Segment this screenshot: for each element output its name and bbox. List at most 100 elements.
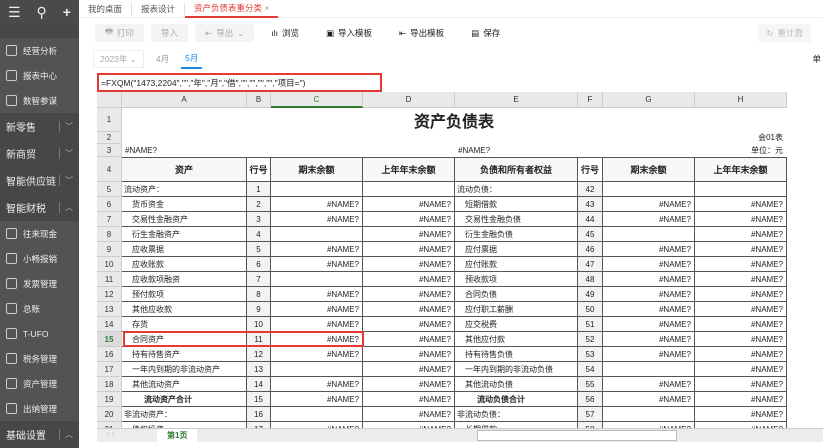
sidebar-group-label: 智能供应链 (6, 177, 56, 188)
bank-icon (6, 378, 17, 389)
table-cell: #NAME? (695, 392, 787, 407)
column-header: H (695, 92, 787, 108)
table-cell: 4 (247, 227, 271, 242)
sidebar-subitem-6[interactable]: 资产管理 (0, 371, 79, 396)
sidebar-item-label: 经营分析 (23, 45, 58, 56)
table-cell (603, 227, 695, 242)
search-icon[interactable]: ⚲ (37, 4, 47, 21)
sidebar-item-label: 数智参谋 (23, 95, 58, 106)
table-cell: 短期借款 (455, 197, 578, 212)
month-tab-may[interactable]: 5月 (181, 49, 203, 69)
tab-desktop[interactable]: 我的桌面 (79, 2, 133, 15)
tab-balance-sheet[interactable]: 资产负债表重分类 × (185, 0, 279, 18)
sidebar-subitem-1[interactable]: 小畅报销 (0, 246, 79, 271)
close-icon[interactable]: × (264, 3, 269, 13)
table-header-cell: 负债和所有者权益 (455, 157, 578, 182)
table-cell: 5 (247, 242, 271, 257)
recalculate-button[interactable]: ↻ 重计算 (758, 24, 811, 42)
import-template-button[interactable]: ▣ 导入模板 (316, 24, 382, 42)
table-cell: 其他流动负债 (455, 377, 578, 392)
browse-button[interactable]: ılı 浏览 (261, 24, 309, 42)
export-label: 导出 (216, 28, 234, 38)
sidebar-group-label: 新零售 (6, 123, 36, 134)
horizontal-scrollbar[interactable] (477, 430, 677, 441)
sidebar-subitem-5[interactable]: 税务管理 (0, 346, 79, 371)
table-cell: #NAME? (603, 302, 695, 317)
table-cell: 应交税费 (455, 317, 578, 332)
export-button[interactable]: ⇤ 导出 ⌄ (195, 24, 255, 42)
toolbar: 🖶 打印 导入 ⇤ 导出 ⌄ ılı 浏览 ▣ 导入模板 ⇤ 导出模板 ▤ 保存 (79, 18, 823, 48)
table-cell: 应付账款 (455, 257, 578, 272)
menu-icon[interactable]: ☰ (8, 4, 21, 21)
table-cell: #NAME? (603, 377, 695, 392)
sidebar-group-3[interactable]: 智能财税 ︿ (0, 194, 79, 221)
print-label: 打印 (117, 28, 135, 38)
column-header: G (603, 92, 695, 108)
sidebar-item-2[interactable]: 数智参谋 (0, 88, 79, 113)
table-cell: 衍生金融资产 (122, 227, 247, 242)
sidebar-group-1[interactable]: 新商贸 ﹀ (0, 140, 79, 167)
table-cell: #NAME? (695, 362, 787, 377)
plus-icon[interactable]: + (63, 4, 71, 20)
table-header-cell: 期末余额 (271, 157, 363, 182)
sidebar-subitem-2[interactable]: 发票管理 (0, 271, 79, 296)
table-cell: 56 (578, 392, 603, 407)
table-cell: 50 (578, 302, 603, 317)
company-name-cell: #NAME? (125, 145, 158, 155)
period-cell: #NAME? (458, 145, 491, 155)
tab-report-design[interactable]: 报表设计 (132, 2, 186, 15)
row-header: 14 (97, 317, 122, 332)
table-cell: #NAME? (695, 197, 787, 212)
table-cell: 非流动资产： (122, 407, 247, 422)
table-cell: 应付票据 (455, 242, 578, 257)
row-header: 15 (97, 332, 122, 347)
import-button[interactable]: 导入 (151, 24, 189, 42)
browse-label: 浏览 (281, 28, 299, 38)
sidebar-group-base[interactable]: 基础设置 ︿ (0, 421, 79, 448)
sidebar-group-2[interactable]: 智能供应链 ﹀ (0, 167, 79, 194)
sidebar-subitem-3[interactable]: 总账 (0, 296, 79, 321)
grid-icon (6, 253, 17, 264)
table-cell: #NAME? (363, 392, 455, 407)
table-cell: 47 (578, 257, 603, 272)
column-header: C (271, 92, 363, 108)
table-cell: #NAME? (603, 272, 695, 287)
ledger-icon (6, 303, 17, 314)
formula-bar[interactable]: =FXQM("1473,2204","","年","月","借","","","… (97, 73, 382, 92)
export-template-button[interactable]: ⇤ 导出模板 (389, 24, 454, 42)
sidebar-subitem-7[interactable]: 出纳管理 (0, 396, 79, 421)
table-cell: #NAME? (603, 287, 695, 302)
table-cell (695, 182, 787, 197)
chevron-down-icon: ⌄ (237, 27, 245, 38)
table-cell: #NAME? (603, 197, 695, 212)
sidebar-item-label: 报表中心 (23, 70, 58, 81)
table-header-cell: 上年年末余额 (695, 157, 787, 182)
save-button[interactable]: ▤ 保存 (461, 24, 510, 42)
tax-icon (6, 353, 17, 364)
table-cell: #NAME? (695, 302, 787, 317)
table-cell (603, 362, 695, 377)
sheet-tab-1[interactable]: 第1页 (157, 429, 198, 443)
table-cell: 10 (247, 317, 271, 332)
print-button[interactable]: 🖶 打印 (95, 24, 145, 42)
chevron-down-icon: ﹀ (59, 175, 73, 186)
book-icon (6, 328, 17, 339)
table-cell: 46 (578, 242, 603, 257)
year-select[interactable]: 2023年 ⌄ (93, 50, 144, 68)
sidebar-group-0[interactable]: 新零售 ﹀ (0, 113, 79, 140)
table-cell: #NAME? (363, 212, 455, 227)
sidebar-subitem-0[interactable]: 往来现金 (0, 221, 79, 246)
table-cell: #NAME? (695, 212, 787, 227)
invoice-icon (6, 278, 17, 289)
sidebar-item-0[interactable]: 经营分析 (0, 38, 79, 63)
sheet-nav-arrows[interactable]: ‹ › (107, 429, 115, 438)
row-header: 16 (97, 347, 122, 362)
sidebar-group-label: 新商贸 (6, 150, 36, 161)
table-header-cell: 行号 (247, 157, 271, 182)
printer-icon: 🖶 (105, 26, 114, 36)
sidebar-subitem-4[interactable]: T-UFO (0, 321, 79, 346)
table-cell: 49 (578, 287, 603, 302)
table-cell: 流动负债合计 (455, 392, 578, 407)
sidebar-item-1[interactable]: 报表中心 (0, 63, 79, 88)
month-tab-april[interactable]: 4月 (156, 53, 169, 65)
